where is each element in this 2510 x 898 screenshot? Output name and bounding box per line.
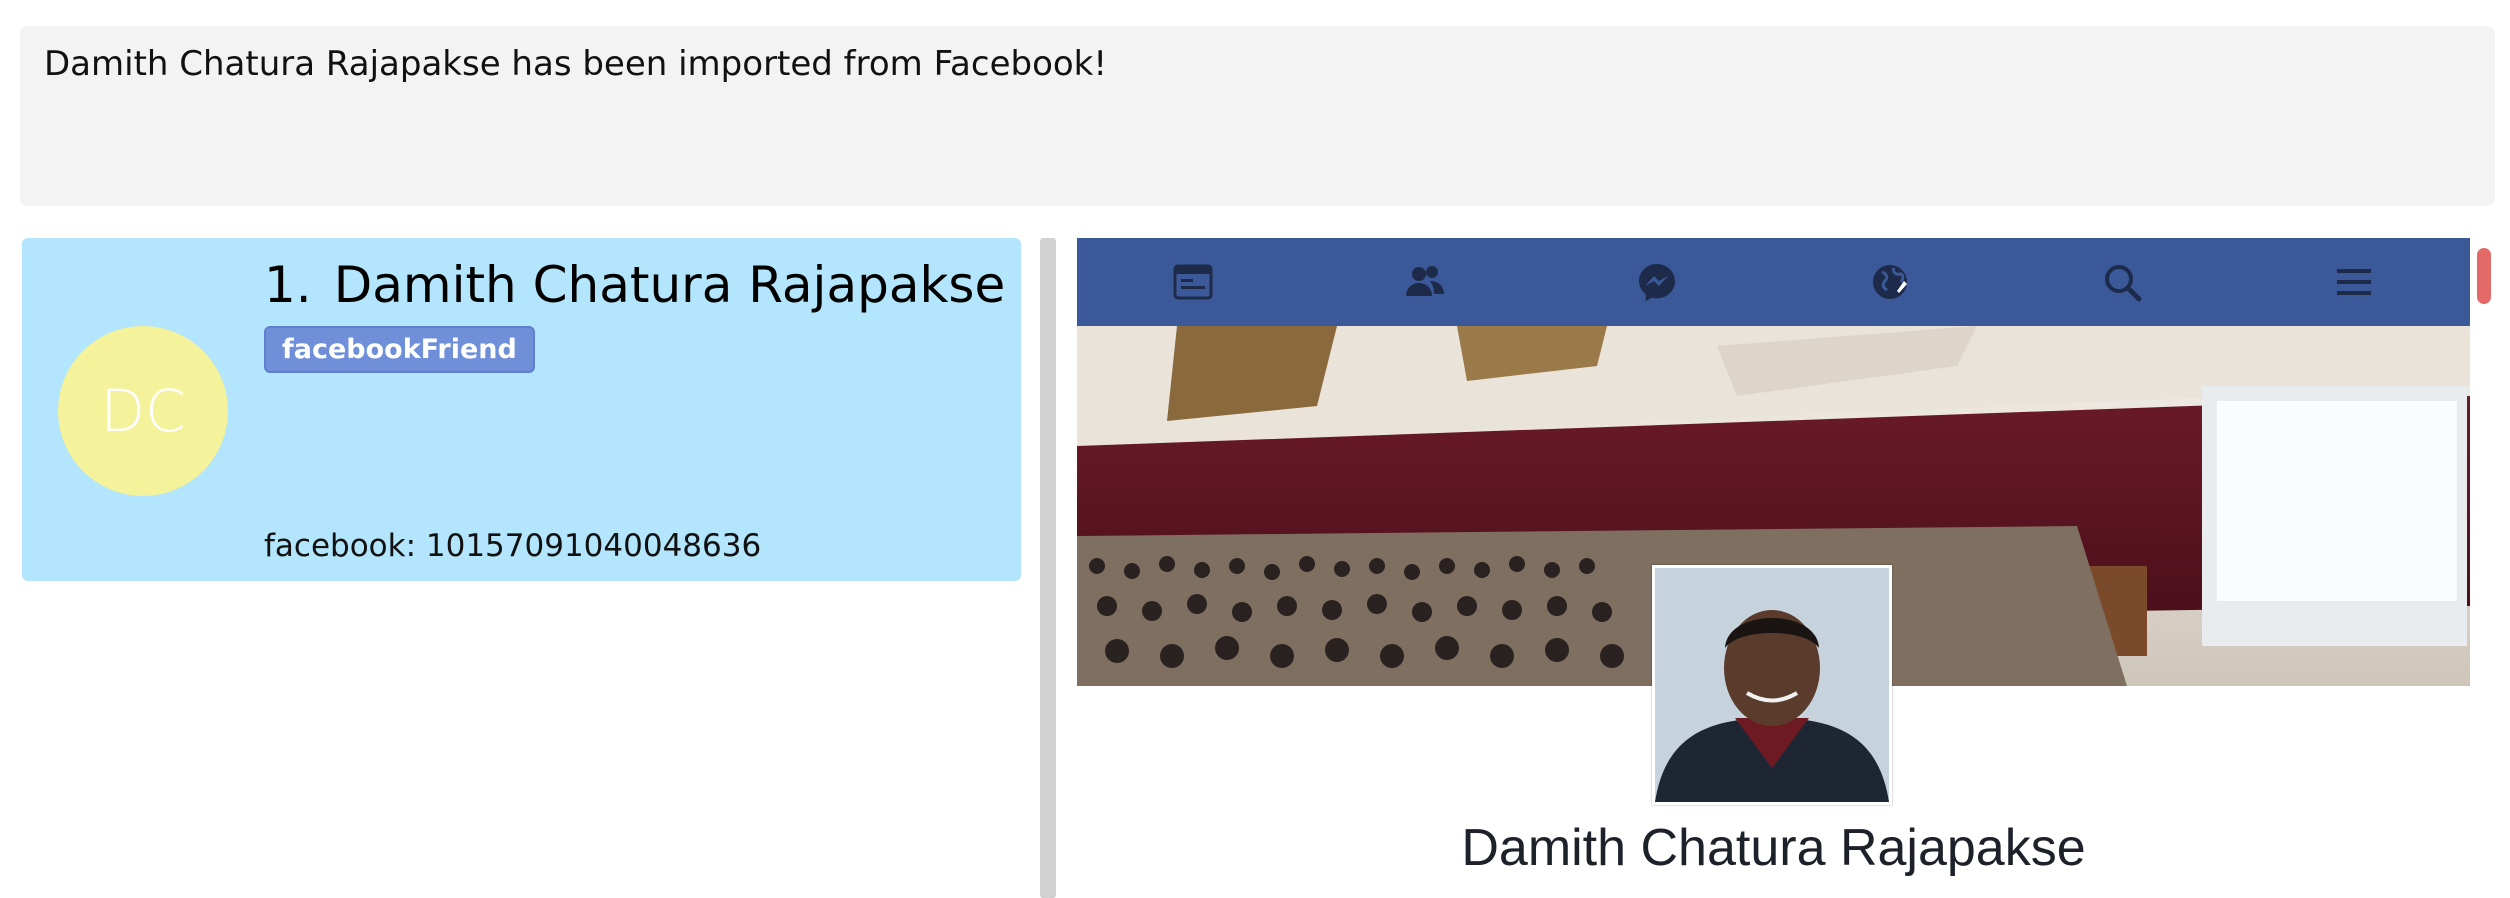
person-card-title: 1. Damith Chatura Rajapakse — [264, 256, 1005, 314]
person-name: Damith Chatura Rajapakse — [333, 256, 1006, 314]
search-icon[interactable] — [2094, 254, 2150, 310]
browser-scrollbar-thumb[interactable] — [2477, 248, 2491, 304]
news-feed-icon[interactable] — [1165, 254, 1221, 310]
person-list-panel: DC 1. Damith Chatura Rajapakse facebookFr… — [0, 232, 1038, 898]
menu-icon[interactable] — [2326, 254, 2382, 310]
messenger-icon[interactable] — [1629, 254, 1685, 310]
facebook-profile-name: Damith Chatura Rajapakse — [1461, 819, 2086, 877]
tag-badge: facebookFriend — [264, 326, 535, 373]
browser-panel: Damith Chatura Rajapakse — [1077, 238, 2510, 898]
result-message: Damith Chatura Rajapakse has been import… — [44, 44, 1107, 84]
facebook-nav-bar — [1077, 238, 2470, 326]
profile-picture[interactable] — [1652, 565, 1892, 805]
avatar-initials: DC — [100, 377, 186, 445]
friends-icon[interactable] — [1397, 254, 1453, 310]
avatar: DC — [58, 326, 228, 496]
result-display: Damith Chatura Rajapakse has been import… — [20, 26, 2495, 206]
person-card[interactable]: DC 1. Damith Chatura Rajapakse facebookFr… — [22, 238, 1021, 581]
notifications-globe-icon[interactable] — [1862, 254, 1918, 310]
person-index: 1. — [264, 256, 312, 314]
split-pane-divider[interactable] — [1040, 238, 1056, 898]
facebook-id-field: facebook: 10157091040048636 — [264, 528, 762, 564]
